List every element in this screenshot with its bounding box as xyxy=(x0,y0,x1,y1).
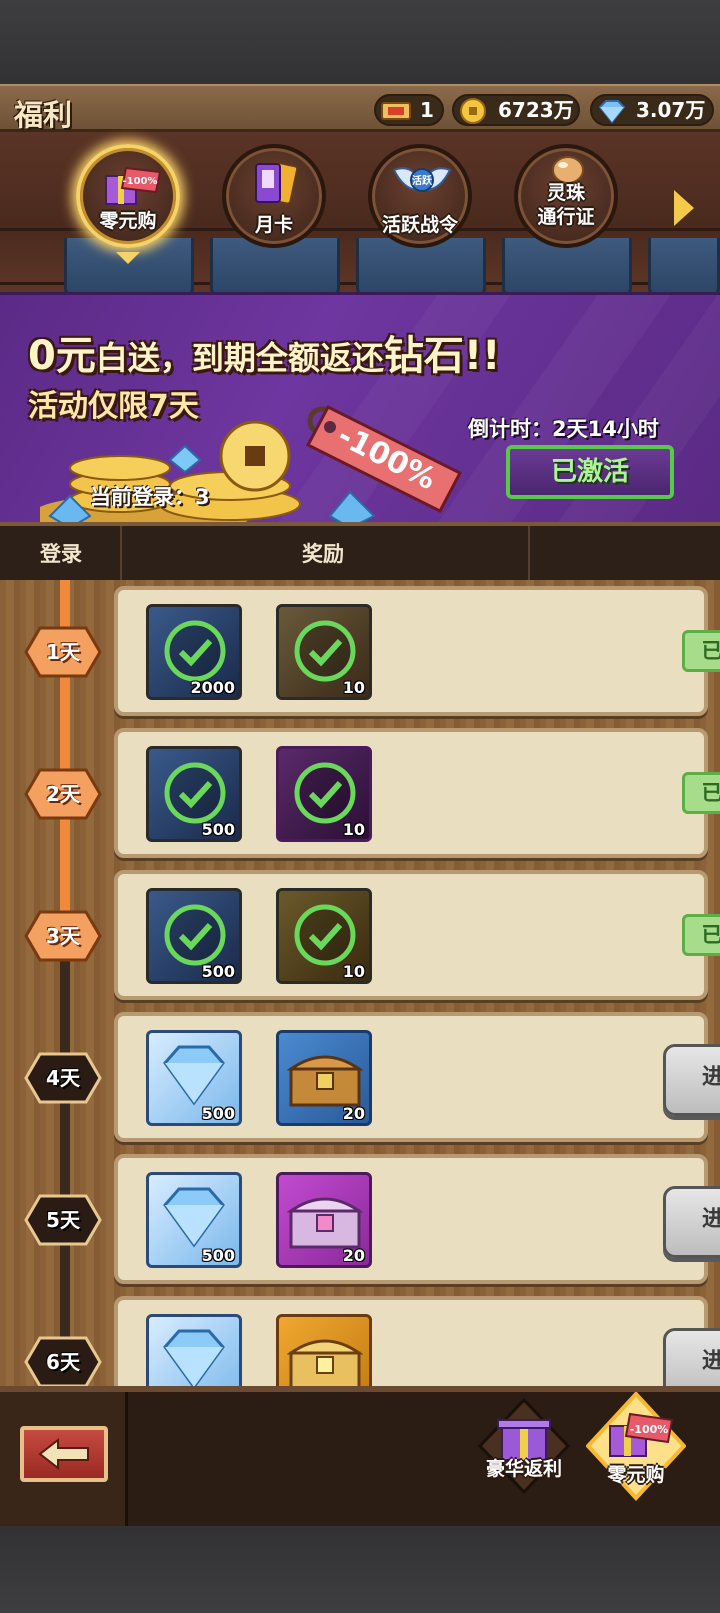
banner-headline: 0元白送，到期全额返还钻石!! xyxy=(28,333,501,379)
check-icon xyxy=(164,762,226,824)
claimed-button[interactable]: 已领取 xyxy=(682,914,720,956)
progress-track-empty xyxy=(60,934,70,1386)
check-icon xyxy=(294,762,356,824)
svg-text:-100%: -100% xyxy=(630,1423,669,1436)
list-item: 2000 10 已领取 xyxy=(114,586,720,716)
active-tab-pointer xyxy=(116,252,140,264)
bottom-nav-bar: 豪华返利 -100% 零元购 xyxy=(0,1386,720,1526)
list-item: 500 20 进行中 xyxy=(114,1012,720,1142)
page-title: 福利 xyxy=(14,98,73,132)
ticket-counter: 1 xyxy=(374,94,444,126)
back-button[interactable] xyxy=(20,1426,108,1482)
countdown-timer: 倒计时：2天14小时 xyxy=(468,417,659,441)
reward-list[interactable]: 2000 10 已领取 1天 500 10 已领取 2天 500 10 已领 xyxy=(0,580,720,1386)
in-progress-button[interactable]: 进行中 xyxy=(663,1186,720,1258)
ticket-icon xyxy=(381,102,411,120)
reward-chest-slot[interactable] xyxy=(276,1314,372,1386)
list-item: 500 10 已领取 xyxy=(114,728,720,858)
chest-icon xyxy=(287,1055,363,1107)
check-icon xyxy=(294,620,356,682)
reward-chest-slot[interactable]: 10 xyxy=(276,888,372,984)
reward-diamond-slot[interactable]: 500 xyxy=(146,746,242,842)
check-icon xyxy=(164,620,226,682)
luxury-rebate-button[interactable]: 豪华返利 xyxy=(476,1396,572,1496)
chest-icon xyxy=(287,1197,363,1249)
reward-diamond-slot[interactable]: 500 xyxy=(146,1172,242,1268)
diamond-icon xyxy=(598,100,626,124)
reward-diamond-slot[interactable] xyxy=(146,1314,242,1386)
tab-zero-purchase[interactable]: -100% 零元购 xyxy=(76,144,180,248)
svg-text:-100%: -100% xyxy=(122,176,157,187)
top-letterbox xyxy=(0,0,720,84)
diamond-counter: 3.07万 xyxy=(590,94,714,126)
tab-pearl-pass[interactable]: 灵珠 通行证 xyxy=(514,144,618,248)
svg-text:活跃: 活跃 xyxy=(412,174,433,187)
list-item: 500 20 进行中 xyxy=(114,1154,720,1284)
tab-monthly-card[interactable]: 月卡 xyxy=(222,144,326,248)
in-progress-button[interactable]: 进行中 xyxy=(663,1328,720,1386)
zero-purchase-nav-button[interactable]: -100% 零元购 xyxy=(586,1392,686,1502)
in-progress-button[interactable]: 进行中 xyxy=(663,1044,720,1116)
claimed-button[interactable]: 已领取 xyxy=(682,772,720,814)
table-header: 登录 奖励 xyxy=(0,522,720,580)
column-login: 登录 xyxy=(40,542,82,566)
banner-subline: 活动仅限7天 xyxy=(28,389,199,424)
list-item: 500 10 已领取 xyxy=(114,870,720,1000)
reward-chest-slot[interactable]: 20 xyxy=(276,1172,372,1268)
reward-diamond-slot[interactable]: 500 xyxy=(146,888,242,984)
reward-diamond-slot[interactable]: 2000 xyxy=(146,604,242,700)
reward-diamond-slot[interactable]: 500 xyxy=(146,1030,242,1126)
claimed-button[interactable]: 已领取 xyxy=(682,630,720,672)
arrow-left-icon xyxy=(38,1438,89,1470)
gift-box-icon xyxy=(477,1397,571,1495)
tab-ribbon xyxy=(648,238,720,298)
tabs-next-arrow[interactable] xyxy=(674,190,694,226)
coin-icon xyxy=(460,98,486,124)
tab-bar: -100% 零元购 月卡 活跃 活跃战令 灵珠 通行证 xyxy=(0,132,720,298)
column-reward: 奖励 xyxy=(302,542,344,566)
reward-chest-slot[interactable]: 20 xyxy=(276,1030,372,1126)
bottom-letterbox xyxy=(0,1526,720,1613)
gift-tag-icon: -100% xyxy=(105,166,162,205)
coin-counter: 6723万 xyxy=(452,94,580,126)
diamond-icon xyxy=(163,1187,225,1248)
current-login-count: 当前登录：3 xyxy=(90,485,210,509)
check-icon xyxy=(294,904,356,966)
discount-tag-illustration: -100% xyxy=(305,405,463,513)
header-bar: 福利 1 6723万 3.07万 xyxy=(0,84,720,132)
diamond-icon xyxy=(163,1329,225,1386)
card-icon xyxy=(255,161,299,205)
activated-button[interactable]: 已激活 xyxy=(506,445,674,499)
tab-active-battlepass[interactable]: 活跃 活跃战令 xyxy=(368,144,472,248)
reward-chest-slot[interactable]: 10 xyxy=(276,746,372,842)
wings-badge-icon: 活跃 xyxy=(392,167,452,192)
reward-chest-slot[interactable]: 10 xyxy=(276,604,372,700)
diamond-icon xyxy=(163,1045,225,1106)
chest-icon xyxy=(287,1339,363,1386)
event-banner: 0元白送，到期全额返还钻石!! 活动仅限7天 -100% 当前登录：3 倒计时：… xyxy=(0,292,720,522)
list-item: 进行中 xyxy=(114,1296,720,1386)
check-icon xyxy=(164,904,226,966)
